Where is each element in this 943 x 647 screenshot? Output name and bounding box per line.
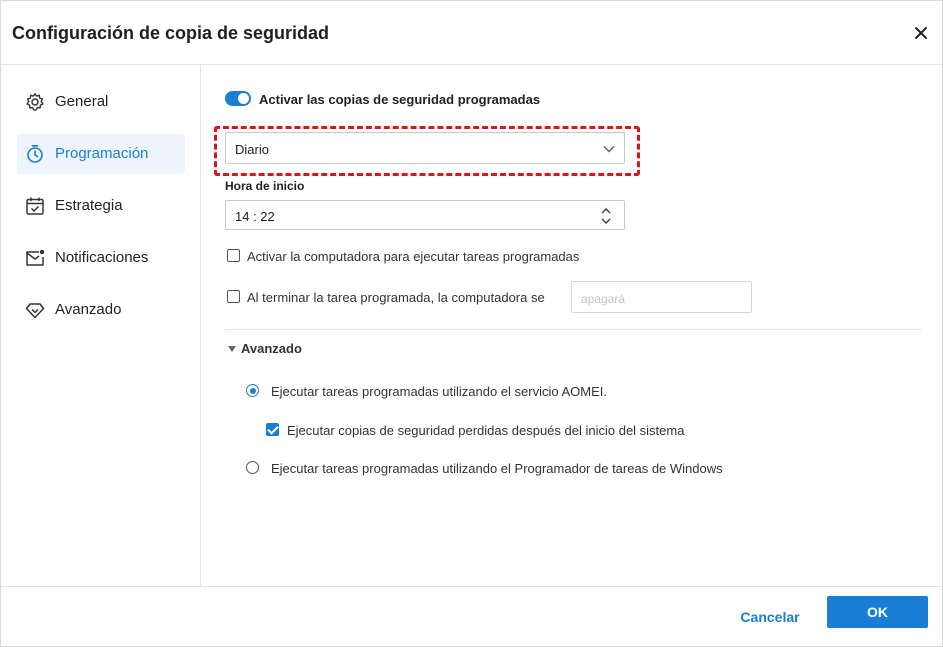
cancel-button[interactable]: Cancelar — [729, 601, 811, 633]
timer-icon — [27, 145, 43, 163]
start-time-value: 14 : 22 — [235, 209, 275, 224]
after-task-placeholder: apagará — [581, 292, 626, 306]
schedule-panel: Activar las copias de seguridad programa… — [202, 65, 942, 586]
enable-schedule-toggle[interactable] — [225, 91, 251, 106]
caret-down-icon — [228, 346, 236, 352]
sidebar-item-programacion[interactable]: Programación — [17, 134, 185, 174]
enable-schedule-label: Activar las copias de seguridad programa… — [259, 92, 541, 107]
windows-scheduler-radio[interactable] — [246, 461, 259, 474]
frequency-select[interactable]: Diario — [225, 132, 625, 164]
chevron-down-icon — [603, 145, 615, 153]
close-button[interactable] — [909, 21, 933, 45]
advanced-heading: Avanzado — [241, 341, 302, 356]
sidebar-item-label: Estrategia — [55, 197, 123, 214]
aomei-service-radio[interactable] — [246, 384, 259, 397]
sidebar-item-label: Notificaciones — [55, 249, 149, 266]
missed-backups-label: Ejecutar copias de seguridad perdidas de… — [287, 423, 685, 438]
sidebar-item-general[interactable]: General — [17, 82, 185, 122]
start-time-input[interactable]: 14 : 22 — [225, 200, 625, 230]
mail-notification-icon — [26, 249, 45, 266]
sidebar-item-label: General — [55, 93, 109, 110]
missed-backups-checkbox[interactable] — [266, 423, 279, 436]
diamond-icon — [25, 303, 45, 319]
dialog-title: Configuración de copia de seguridad — [12, 23, 330, 43]
after-task-checkbox[interactable] — [227, 290, 240, 303]
after-task-label: Al terminar la tarea programada, la comp… — [247, 290, 545, 305]
sidebar-item-notificaciones[interactable]: Notificaciones — [17, 238, 185, 278]
dialog-footer: Cancelar OK — [1, 586, 942, 647]
title-bar: Configuración de copia de seguridad — [1, 1, 942, 65]
start-time-label: Hora de inicio — [225, 179, 305, 193]
frequency-value: Diario — [235, 142, 269, 157]
wake-computer-label: Activar la computadora para ejecutar tar… — [247, 249, 580, 264]
after-task-action-field[interactable]: apagará — [571, 281, 752, 313]
windows-scheduler-label: Ejecutar tareas programadas utilizando e… — [271, 461, 723, 476]
divider — [225, 329, 921, 330]
backup-settings-dialog: Configuración de copia de seguridad Gene… — [0, 0, 943, 647]
sidebar-item-avanzado[interactable]: Avanzado — [17, 290, 185, 330]
aomei-service-label: Ejecutar tareas programadas utilizando e… — [271, 384, 607, 399]
wake-computer-checkbox[interactable] — [227, 249, 240, 262]
sidebar: General Programación Estrategia Notifica… — [1, 65, 201, 586]
sidebar-item-label: Programación — [55, 145, 149, 162]
spinner-icon[interactable] — [600, 205, 612, 227]
calendar-check-icon — [26, 197, 44, 215]
sidebar-item-estrategia[interactable]: Estrategia — [17, 186, 185, 226]
gear-icon — [26, 93, 44, 111]
ok-button[interactable]: OK — [827, 596, 928, 628]
sidebar-item-label: Avanzado — [55, 301, 122, 318]
close-icon — [915, 27, 927, 39]
